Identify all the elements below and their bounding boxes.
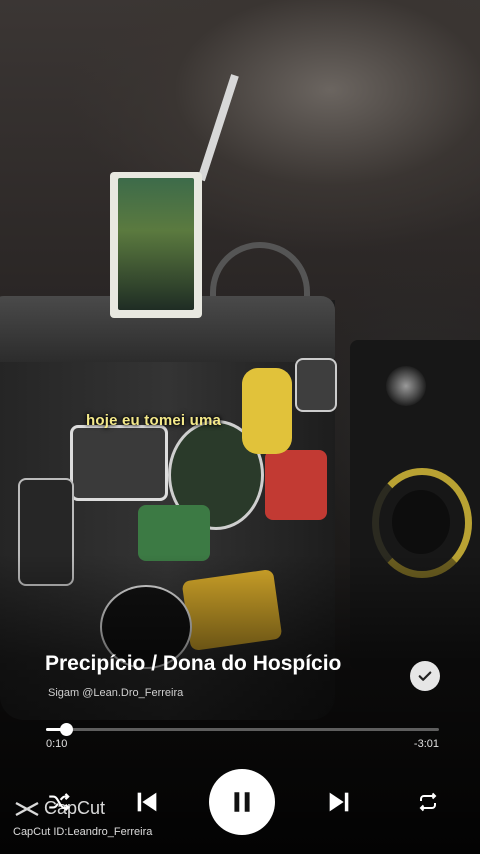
pause-button[interactable] [209,769,275,835]
next-button[interactable] [322,784,356,820]
track-artist: Sigam @Lean.Dro_Ferreira [48,687,184,699]
track-title: Precipício / Dona do Hospício [45,652,342,675]
sticker [265,450,327,520]
capcut-watermark: CapCut [14,798,105,819]
liked-button[interactable] [410,661,440,691]
check-icon [418,671,432,681]
progress-knob[interactable] [60,723,73,736]
watermark-brand: CapCut [44,798,106,818]
straw-shape [197,74,239,182]
repeat-icon [419,792,437,812]
sticker [242,368,292,454]
previous-button[interactable] [130,784,164,820]
progress-bar[interactable] [46,723,439,736]
sticker [138,505,210,561]
pause-icon [234,792,250,812]
watermark-id: CapCut ID:Leandro_Ferreira [13,826,153,838]
card-picture [118,178,194,310]
speaker-light [386,366,426,406]
skip-previous-icon [137,792,157,812]
skip-next-icon [329,792,349,812]
sticker [295,358,337,412]
remaining-time: -3:01 [413,738,439,750]
speaker-core [392,490,450,554]
elapsed-time: 0:10 [46,738,68,750]
capcut-logo-icon [15,801,39,816]
sticker [70,425,168,501]
lyric-line: hoje eu tomei uma [86,412,222,429]
repeat-button[interactable] [412,786,444,818]
